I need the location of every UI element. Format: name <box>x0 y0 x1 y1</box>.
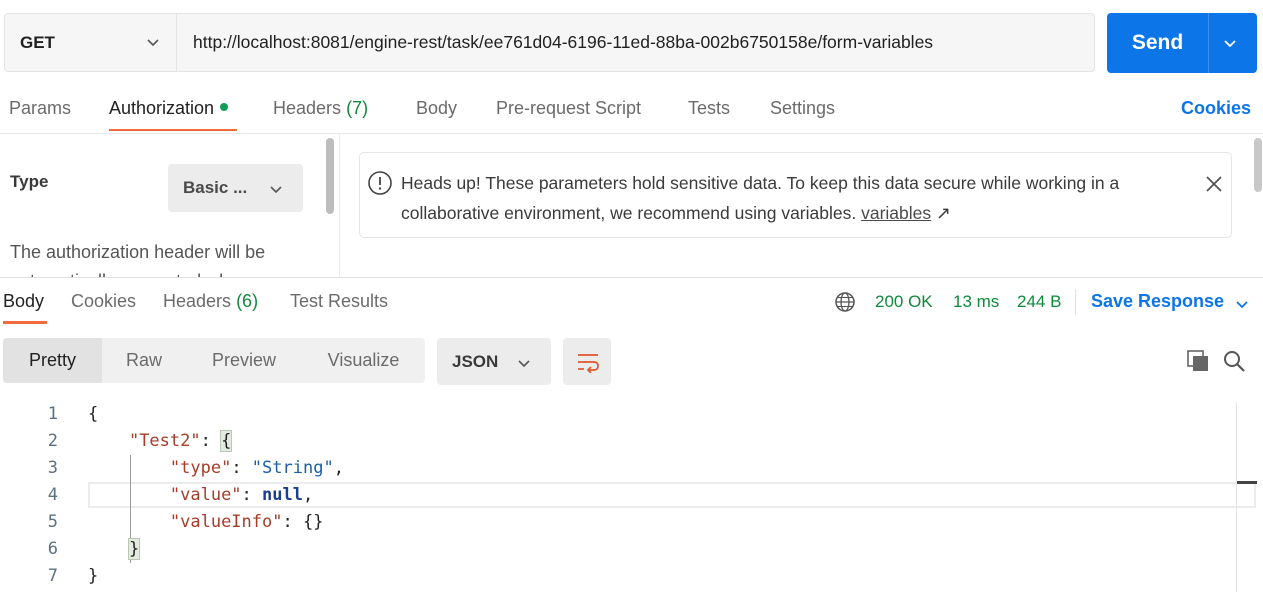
line-number: 1 <box>47 404 58 424</box>
tab-authorization[interactable]: Authorization <box>109 98 229 122</box>
code-line[interactable]: "Test2": { <box>88 430 233 452</box>
panel-divider <box>339 134 340 278</box>
json-null: null <box>262 485 303 505</box>
notice-text: Heads up! These parameters hold sensitiv… <box>401 168 1201 228</box>
chevron-down-icon[interactable] <box>1235 298 1249 312</box>
method-select[interactable]: GET <box>5 14 177 71</box>
auth-description-clip: The authorization header will be automat… <box>0 232 325 277</box>
response-divider[interactable] <box>0 277 1263 278</box>
method-label: GET <box>20 32 55 52</box>
json-brace: { <box>220 430 233 452</box>
sensitive-data-notice: Heads up! These parameters hold sensitiv… <box>359 152 1232 238</box>
response-time[interactable]: 13 ms <box>953 292 999 312</box>
save-response-button[interactable]: Save Response <box>1091 291 1224 312</box>
copy-icon[interactable] <box>1186 349 1210 373</box>
format-select[interactable]: JSON <box>437 338 551 385</box>
response-tab-headers-label: Headers <box>163 291 232 311</box>
tab-prerequest-script[interactable]: Pre-request Script <box>496 98 641 122</box>
line-number: 5 <box>47 512 58 532</box>
divider <box>1075 289 1076 315</box>
info-icon <box>368 171 392 195</box>
view-visualize[interactable]: Visualize <box>302 338 425 383</box>
code-line[interactable]: "valueInfo": {} <box>88 512 324 532</box>
json-key: "type" <box>169 458 232 478</box>
divider <box>0 133 1263 134</box>
tab-params[interactable]: Params <box>9 98 71 122</box>
line-number: 3 <box>47 458 58 478</box>
send-options-chevron-icon[interactable] <box>1223 37 1237 51</box>
search-icon[interactable] <box>1222 349 1246 373</box>
scrollbar[interactable] <box>1254 138 1262 192</box>
response-tab-test-results[interactable]: Test Results <box>290 291 388 312</box>
tab-tests[interactable]: Tests <box>688 98 730 122</box>
code-scrollbar-track <box>1236 402 1237 592</box>
response-size[interactable]: 244 B <box>1017 292 1061 312</box>
json-string: "String" <box>251 458 334 478</box>
code-line[interactable]: } <box>88 566 98 586</box>
request-bar: GET http://localhost:8081/engine-rest/ta… <box>4 13 1095 72</box>
active-response-tab-indicator <box>3 321 47 324</box>
url-input[interactable]: http://localhost:8081/engine-rest/task/e… <box>193 14 933 71</box>
auth-type-label: Type <box>10 172 49 191</box>
json-brace: } <box>88 566 99 586</box>
send-divider <box>1208 13 1209 73</box>
tab-headers[interactable]: Headers (7) <box>273 98 368 122</box>
code-line[interactable]: "type": "String", <box>88 458 344 478</box>
chevron-down-icon <box>270 186 282 194</box>
status-code[interactable]: 200 OK <box>875 292 933 312</box>
chevron-down-icon <box>518 360 530 368</box>
scrollbar[interactable] <box>326 138 334 214</box>
line-number: 6 <box>47 539 58 559</box>
json-brace: } <box>127 538 141 560</box>
auth-description: The authorization header will be automat… <box>10 242 266 277</box>
notice-message: Heads up! These parameters hold sensitiv… <box>401 173 1120 223</box>
json-key: "valueInfo" <box>169 512 283 532</box>
view-pretty[interactable]: Pretty <box>3 338 102 383</box>
cookies-link[interactable]: Cookies <box>1181 98 1251 119</box>
chevron-down-icon <box>147 39 159 47</box>
line-number: 7 <box>47 566 58 586</box>
active-dot-icon <box>220 103 229 111</box>
json-key: "Test2" <box>128 431 201 451</box>
format-value: JSON <box>452 352 499 371</box>
code-line[interactable]: "value": null, <box>88 485 313 505</box>
close-icon[interactable] <box>1205 175 1223 193</box>
json-brace: { <box>88 404 99 424</box>
line-number: 4 <box>47 485 58 505</box>
active-tab-indicator <box>109 129 237 131</box>
tab-body[interactable]: Body <box>416 98 457 122</box>
auth-type-select[interactable]: Basic ... <box>168 164 303 212</box>
response-tab-body[interactable]: Body <box>3 291 44 312</box>
globe-icon[interactable] <box>834 291 856 313</box>
code-line[interactable]: { <box>88 404 98 424</box>
json-empty-object: {} <box>302 512 324 532</box>
tab-headers-count: (7) <box>346 98 369 118</box>
auth-type-value: Basic ... <box>183 178 248 197</box>
wrap-lines-icon <box>578 354 599 373</box>
tab-settings[interactable]: Settings <box>770 98 835 122</box>
response-tab-headers-count: (6) <box>236 291 259 311</box>
line-number: 2 <box>47 431 58 451</box>
send-button[interactable]: Send <box>1107 13 1257 73</box>
code-scrollbar-marker[interactable] <box>1237 481 1257 484</box>
variables-link[interactable]: variables <box>861 203 931 223</box>
wrap-lines-button[interactable] <box>563 338 611 385</box>
view-raw[interactable]: Raw <box>102 338 186 383</box>
view-preview[interactable]: Preview <box>186 338 302 383</box>
send-label: Send <box>1131 31 1184 54</box>
tab-headers-label: Headers <box>273 98 342 118</box>
external-link-icon: ↗ <box>936 203 951 223</box>
json-key: "value" <box>169 485 242 505</box>
tab-authorization-label: Authorization <box>109 98 215 118</box>
view-mode-segmented-control: Pretty Raw Preview Visualize <box>3 338 425 383</box>
response-tab-cookies[interactable]: Cookies <box>71 291 136 312</box>
response-tab-headers[interactable]: Headers (6) <box>163 291 258 312</box>
code-line[interactable]: } <box>88 538 141 560</box>
